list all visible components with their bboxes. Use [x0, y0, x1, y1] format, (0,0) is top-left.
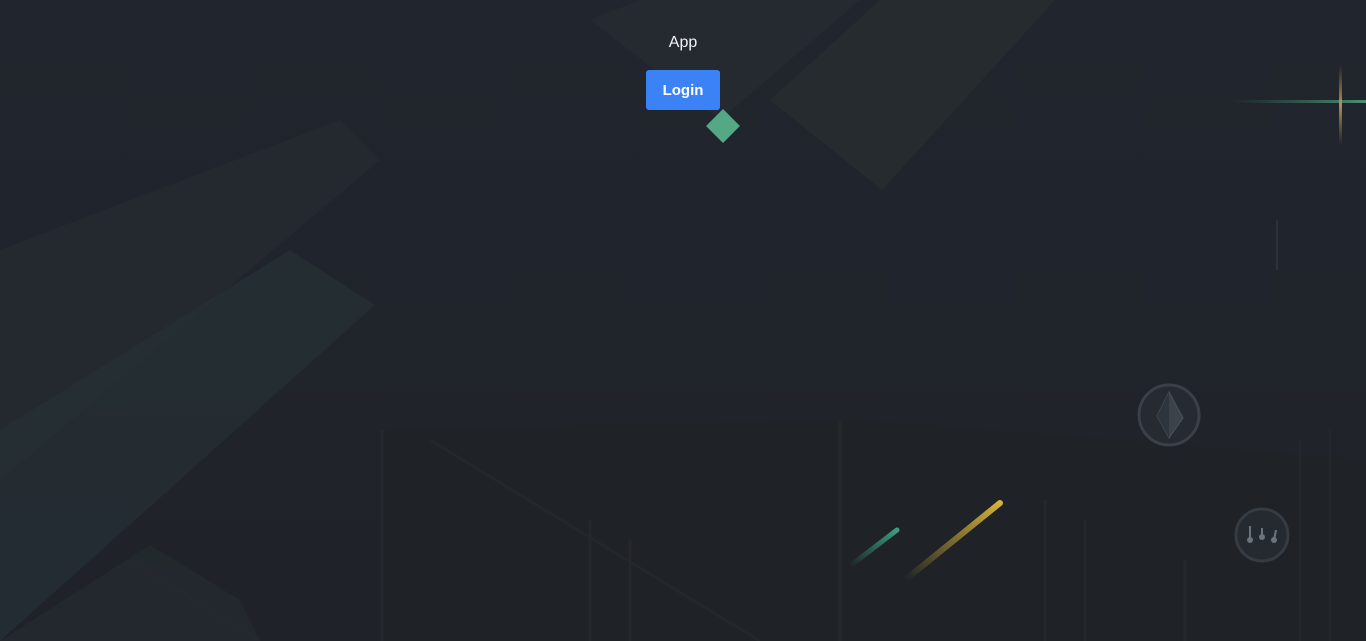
eth-coin-icon [1137, 383, 1201, 447]
dots-coin-icon [1234, 507, 1290, 563]
h-glow-line [1230, 100, 1366, 103]
bg-floor [380, 420, 1366, 641]
login-page: App Login [0, 0, 1366, 641]
app-title: App [668, 34, 698, 51]
login-button[interactable]: Login [646, 70, 720, 110]
v-glow-line [1339, 65, 1342, 145]
